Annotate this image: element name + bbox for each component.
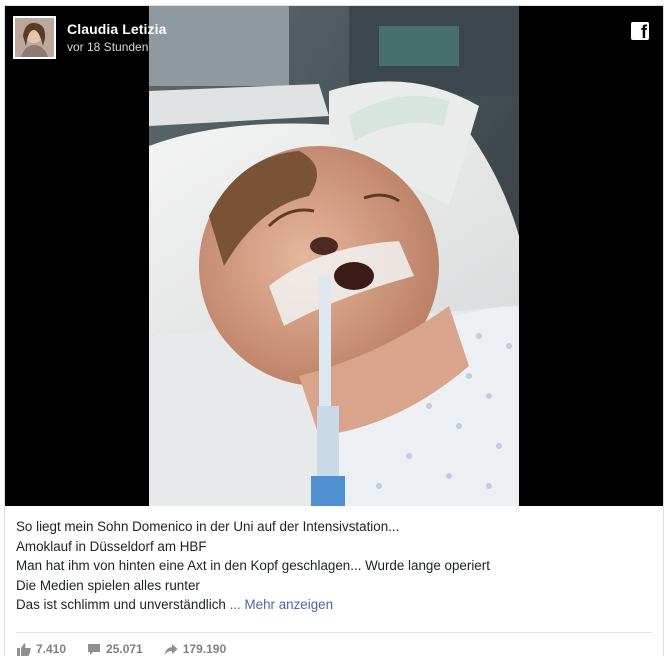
post-header: Claudia Letizia vor 18 Stunden — [13, 16, 167, 62]
comments-count: 25.071 — [106, 642, 143, 656]
post-media[interactable]: Claudia Letizia vor 18 Stunden f — [5, 6, 663, 506]
post-timestamp[interactable]: vor 18 Stunden — [67, 39, 167, 55]
likes-stat[interactable]: 7.410 — [17, 642, 66, 656]
shares-stat[interactable]: 179.190 — [164, 642, 226, 656]
like-icon — [17, 642, 31, 656]
comment-icon — [88, 643, 101, 655]
post-text: So liegt mein Sohn Domenico in der Uni a… — [16, 517, 656, 615]
shares-count: 179.190 — [182, 642, 227, 656]
author-name[interactable]: Claudia Letizia — [67, 20, 167, 38]
post-text-line: Die Medien spielen alles runter — [16, 577, 200, 593]
hospital-photo-image — [149, 6, 519, 506]
post-text-line: Man hat ihm von hinten eine Axt in den K… — [16, 558, 490, 574]
avatar[interactable] — [13, 16, 56, 59]
facebook-icon[interactable]: f — [631, 22, 649, 40]
divider — [16, 632, 652, 633]
likes-count: 7.410 — [36, 642, 67, 656]
post-photo[interactable] — [149, 6, 519, 506]
post-text-line-last: Das ist schlimm und unverständlich ... M… — [16, 595, 656, 615]
post-text-line: Das ist schlimm und unverständlich — [16, 597, 226, 613]
post-text-line: So liegt mein Sohn Domenico in der Uni a… — [16, 519, 400, 534]
post-text-line: Amoklauf in Düsseldorf am HBF — [16, 538, 207, 554]
share-icon — [164, 643, 178, 655]
comments-stat[interactable]: 25.071 — [87, 642, 143, 656]
more-link[interactable]: Mehr anzeigen — [244, 597, 333, 612]
ellipsis: ... — [225, 597, 245, 613]
avatar-image — [15, 18, 54, 57]
facebook-post-card: Claudia Letizia vor 18 Stunden f So lieg… — [4, 5, 664, 656]
post-stats: 7.410 25.071 179.190 — [17, 642, 247, 656]
